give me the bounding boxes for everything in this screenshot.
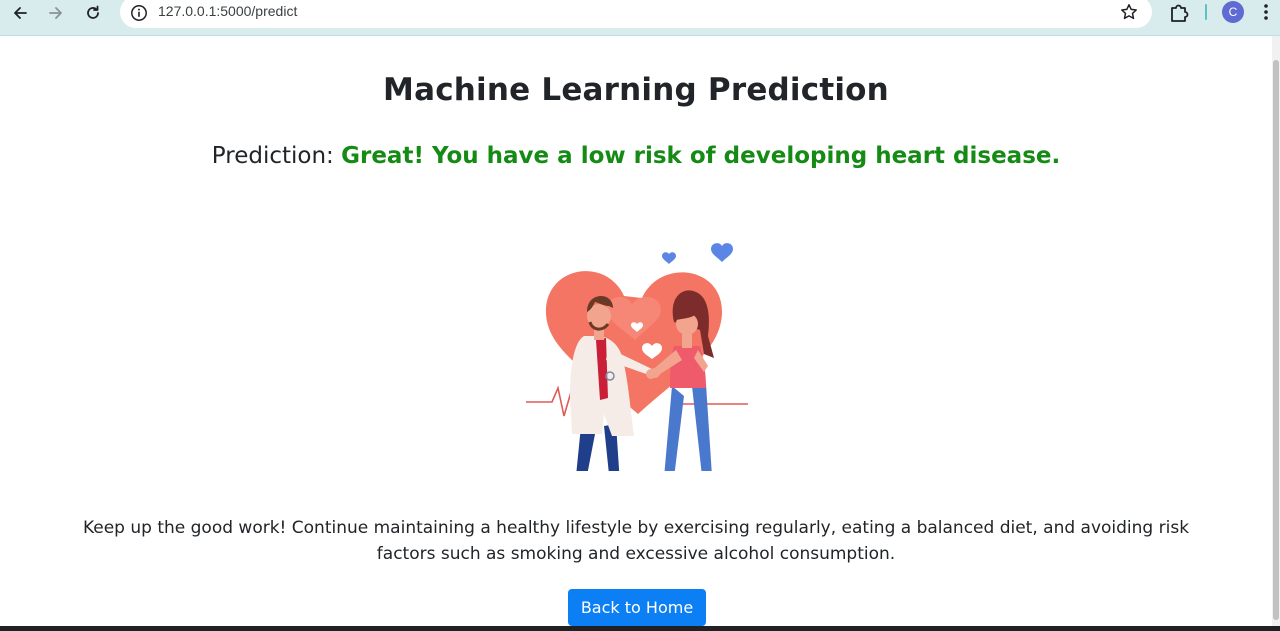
menu-icon[interactable] xyxy=(1262,2,1270,26)
back-to-home-button[interactable]: Back to Home xyxy=(568,589,706,626)
address-bar[interactable]: 127.0.0.1:5000/predict xyxy=(120,0,1152,28)
advice-message: Keep up the good work! Continue maintain… xyxy=(82,518,1190,564)
site-info-icon[interactable] xyxy=(130,4,148,26)
page-content: Machine Learning Prediction Prediction: … xyxy=(0,36,1272,626)
prediction-label: Prediction: xyxy=(211,143,334,169)
extensions-icon[interactable] xyxy=(1168,1,1190,27)
profile-avatar[interactable]: C xyxy=(1222,1,1244,23)
toolbar-divider xyxy=(1205,4,1207,20)
bookmark-star-icon[interactable] xyxy=(1120,3,1138,25)
browser-toolbar: 127.0.0.1:5000/predict C xyxy=(0,0,1280,36)
scrollbar-thumb[interactable] xyxy=(1273,60,1279,620)
prediction-result: Great! You have a low risk of developing… xyxy=(341,143,1061,169)
window-bottom-edge xyxy=(0,626,1280,631)
page-title: Machine Learning Prediction xyxy=(383,72,889,108)
prediction-line: Prediction: Great! You have a low risk o… xyxy=(0,143,1272,169)
doctor-patient-heart-illustration xyxy=(526,243,748,471)
forward-arrow-icon[interactable] xyxy=(45,2,67,24)
url-text[interactable]: 127.0.0.1:5000/predict xyxy=(158,3,297,19)
back-arrow-icon[interactable] xyxy=(9,2,31,24)
page-scrollbar[interactable] xyxy=(1272,36,1280,626)
reload-icon[interactable] xyxy=(82,2,104,24)
